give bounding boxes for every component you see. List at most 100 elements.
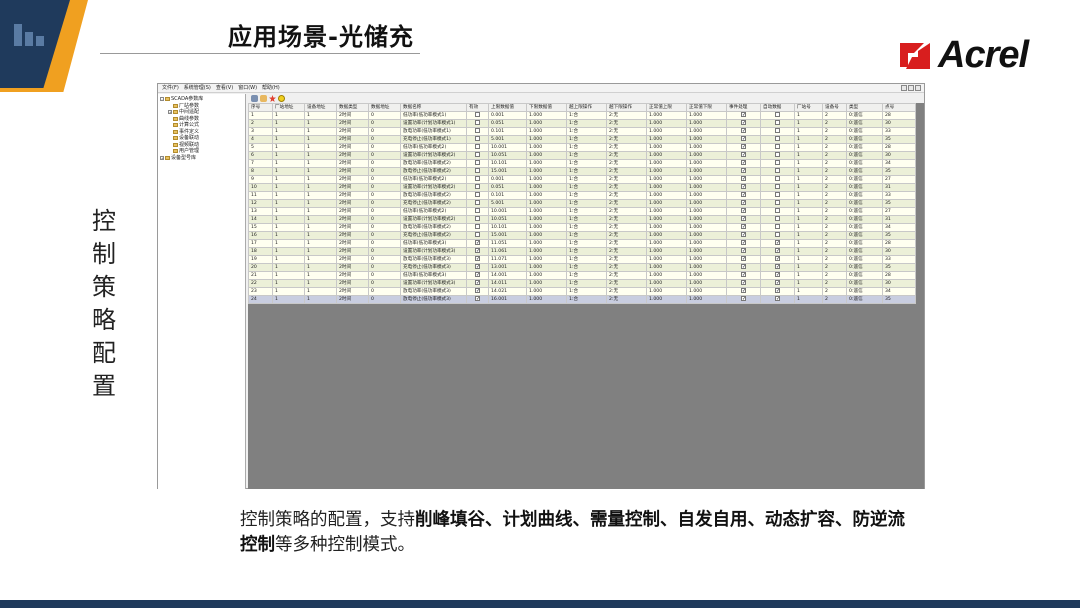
hand-icon[interactable] — [260, 95, 267, 102]
table-row[interactable]: 11 1 1 2时间 0 放电功率(低功率模式2) 0.101 1.000 1:合 2:无 1.00… — [248, 191, 916, 200]
checkbox[interactable]: ✓ — [775, 280, 780, 286]
checkbox-cell[interactable]: ✓ — [760, 287, 795, 296]
checkbox-cell[interactable] — [466, 175, 489, 184]
table-row[interactable]: 9 1 1 2时间 0 低功率(低功率模式2) 0.001 1.000 1:合 2:无 1.000 1… — [248, 175, 916, 184]
checkbox-cell[interactable]: ✓ — [726, 175, 761, 184]
checkbox[interactable] — [775, 128, 780, 133]
checkbox[interactable] — [475, 160, 480, 165]
checkbox-cell[interactable] — [760, 135, 795, 144]
checkbox[interactable] — [475, 120, 480, 125]
checkbox-cell[interactable]: ✓ — [726, 255, 761, 264]
checkbox[interactable] — [775, 200, 780, 205]
checkbox-cell[interactable] — [466, 151, 489, 160]
checkbox-cell[interactable]: ✓ — [726, 167, 761, 176]
checkbox[interactable]: ✓ — [475, 272, 480, 278]
checkbox-cell[interactable] — [760, 207, 795, 216]
checkbox-cell[interactable]: ✓ — [466, 239, 489, 248]
checkbox-cell[interactable]: ✓ — [726, 231, 761, 240]
table-row[interactable]: 3 1 1 2时间 0 放电功率(低功率模式1) 0.101 1.000 1:合 2:无 1.000… — [248, 127, 916, 136]
checkbox-cell[interactable]: ✓ — [726, 135, 761, 144]
column-header[interactable]: 正常值下限 — [686, 103, 727, 112]
table-row[interactable]: 18 1 1 2时间 0 设置功率(计划功率模式3) ✓ 11.061 1.000 1:合 2:无 1… — [248, 247, 916, 256]
checkbox-cell[interactable]: ✓ — [466, 271, 489, 280]
checkbox[interactable]: ✓ — [741, 240, 746, 246]
checkbox[interactable]: ✓ — [741, 152, 746, 158]
checkbox[interactable]: ✓ — [775, 240, 780, 246]
checkbox[interactable] — [775, 232, 780, 237]
checkbox[interactable]: ✓ — [741, 200, 746, 206]
column-header[interactable]: 正常值上限 — [646, 103, 687, 112]
checkbox-cell[interactable] — [760, 175, 795, 184]
checkbox-cell[interactable]: ✓ — [726, 143, 761, 152]
checkbox[interactable]: ✓ — [741, 168, 746, 174]
checkbox[interactable]: ✓ — [741, 128, 746, 134]
checkbox-cell[interactable] — [760, 151, 795, 160]
expand-toggle-icon[interactable]: + — [160, 155, 164, 160]
checkbox[interactable] — [775, 184, 780, 189]
checkbox[interactable]: ✓ — [475, 280, 480, 286]
checkbox-cell[interactable] — [760, 143, 795, 152]
checkbox-cell[interactable]: ✓ — [726, 279, 761, 288]
checkbox[interactable]: ✓ — [775, 248, 780, 254]
column-header[interactable]: 数据地址 — [368, 103, 401, 112]
column-header[interactable]: 序号 — [248, 103, 273, 112]
checkbox[interactable]: ✓ — [741, 112, 746, 118]
checkbox-cell[interactable] — [760, 111, 795, 120]
checkbox[interactable] — [475, 200, 480, 205]
checkbox-cell[interactable]: ✓ — [726, 295, 761, 304]
maximize-button[interactable] — [908, 85, 914, 91]
checkbox[interactable] — [775, 168, 780, 173]
checkbox-cell[interactable] — [760, 191, 795, 200]
table-row[interactable]: 1 1 1 2时间 0 低功率(低功率模式1) 0.001 1.000 1:合 2:无 1.000 1… — [248, 111, 916, 120]
checkbox-cell[interactable] — [760, 199, 795, 208]
checkbox[interactable]: ✓ — [475, 288, 480, 294]
checkbox-cell[interactable] — [760, 159, 795, 168]
checkbox-cell[interactable]: ✓ — [726, 223, 761, 232]
column-header[interactable]: 自动数据 — [760, 103, 795, 112]
menu-item[interactable]: 文件(F) — [162, 84, 179, 93]
column-header[interactable]: 类型 — [846, 103, 883, 112]
checkbox-cell[interactable]: ✓ — [726, 159, 761, 168]
checkbox[interactable]: ✓ — [741, 296, 746, 302]
checkbox[interactable]: ✓ — [741, 256, 746, 262]
column-header[interactable]: 设备地址 — [304, 103, 337, 112]
checkbox-cell[interactable] — [466, 191, 489, 200]
checkbox[interactable] — [775, 224, 780, 229]
expand-toggle-icon[interactable]: - — [160, 97, 164, 102]
checkbox[interactable]: ✓ — [741, 216, 746, 222]
table-row[interactable]: 2 1 1 2时间 0 设置功率(计划功率模式1) 0.051 1.000 1:合 2:无 1.00… — [248, 119, 916, 128]
checkbox[interactable] — [775, 176, 780, 181]
checkbox[interactable] — [475, 112, 480, 117]
checkbox-cell[interactable] — [466, 159, 489, 168]
checkbox[interactable] — [475, 208, 480, 213]
table-row[interactable]: 5 1 1 2时间 0 低功率(低功率模式2) 10.001 1.000 1:合 2:无 1.000… — [248, 143, 916, 152]
checkbox[interactable] — [775, 120, 780, 125]
checkbox[interactable] — [475, 232, 480, 237]
checkbox-cell[interactable]: ✓ — [760, 279, 795, 288]
checkbox-cell[interactable] — [760, 183, 795, 192]
checkbox[interactable] — [775, 136, 780, 141]
checkbox-cell[interactable]: ✓ — [466, 295, 489, 304]
tree-node[interactable]: + 设备型号库 — [160, 155, 243, 162]
checkbox-cell[interactable] — [466, 111, 489, 120]
table-row[interactable]: 14 1 1 2时间 0 设置功率(计划功率模式2) 10.051 1.000 1:合 2:无 1.… — [248, 215, 916, 224]
checkbox-cell[interactable]: ✓ — [466, 263, 489, 272]
expand-toggle-icon[interactable]: + — [168, 110, 172, 115]
checkbox-cell[interactable] — [466, 183, 489, 192]
column-header[interactable]: 厂站地址 — [272, 103, 305, 112]
checkbox-cell[interactable] — [466, 167, 489, 176]
checkbox-cell[interactable]: ✓ — [726, 199, 761, 208]
checkbox-cell[interactable]: ✓ — [466, 279, 489, 288]
checkbox-cell[interactable] — [760, 215, 795, 224]
checkbox[interactable]: ✓ — [741, 288, 746, 294]
table-row[interactable]: 6 1 1 2时间 0 设置功率(计划功率模式2) 10.051 1.000 1:合 2:无 1.0… — [248, 151, 916, 160]
checkbox-cell[interactable]: ✓ — [726, 271, 761, 280]
menu-item[interactable]: 查看(V) — [216, 84, 233, 93]
checkbox[interactable]: ✓ — [775, 272, 780, 278]
checkbox-cell[interactable]: ✓ — [726, 215, 761, 224]
checkbox[interactable]: ✓ — [475, 240, 480, 246]
wrench-icon[interactable] — [251, 95, 258, 102]
checkbox-cell[interactable]: ✓ — [760, 271, 795, 280]
table-row[interactable]: 21 1 1 2时间 0 低功率(低功率模式3) ✓ 14.001 1.000 1:合 2:无 1.0… — [248, 271, 916, 280]
checkbox-cell[interactable] — [466, 207, 489, 216]
